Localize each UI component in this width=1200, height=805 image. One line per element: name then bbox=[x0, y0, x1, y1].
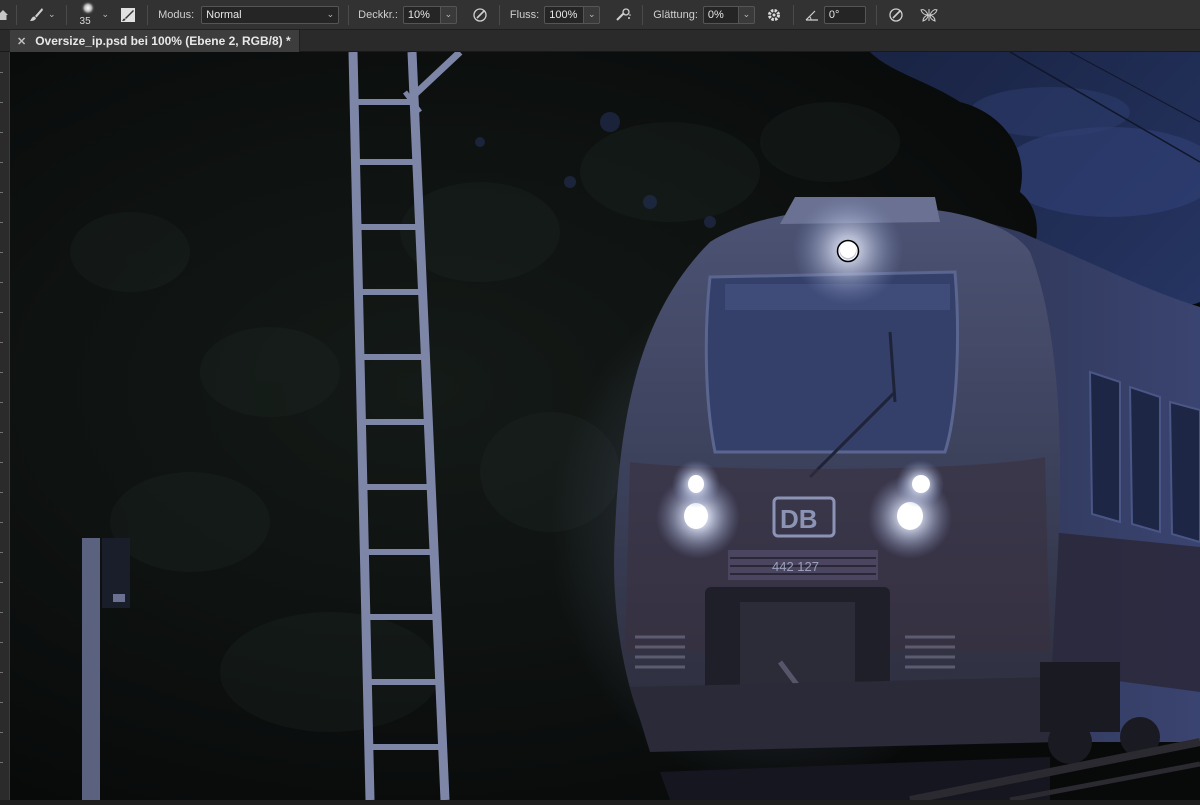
brush-preset-icon[interactable]: 35 bbox=[77, 0, 99, 30]
separator bbox=[16, 4, 17, 25]
chevron-down-icon: ⌄ bbox=[587, 9, 596, 19]
opacity-dropdown[interactable]: ⌄ bbox=[440, 5, 457, 24]
smoothing-value: 0% bbox=[707, 8, 724, 21]
vertical-ruler bbox=[0, 52, 10, 800]
opacity-value: 10% bbox=[407, 8, 430, 21]
pressure-size-icon[interactable] bbox=[887, 7, 905, 23]
mode-label: Modus: bbox=[158, 8, 195, 21]
brush-size-value: 35 bbox=[79, 15, 91, 27]
canvas-image: 442 127 DB bbox=[10, 49, 1200, 804]
chevron-down-icon: ⌄ bbox=[326, 9, 335, 19]
document-tab[interactable]: ✕ Oversize_ip.psd bei 100% (Ebene 2, RGB… bbox=[10, 30, 300, 52]
chevron-down-icon[interactable]: ⌄ bbox=[48, 9, 56, 20]
home-icon[interactable] bbox=[0, 0, 10, 30]
document-title: Oversize_ip.psd bei 100% (Ebene 2, RGB/8… bbox=[35, 34, 291, 48]
pressure-opacity-icon[interactable] bbox=[471, 7, 489, 23]
brush-tool-icon[interactable] bbox=[27, 7, 45, 23]
brush-settings-icon[interactable] bbox=[119, 6, 137, 24]
canvas[interactable]: 442 127 DB bbox=[10, 49, 1200, 804]
chevron-down-icon[interactable]: ⌄ bbox=[102, 9, 110, 20]
separator bbox=[147, 4, 149, 25]
smoothing-settings-icon[interactable] bbox=[765, 7, 783, 23]
chevron-down-icon: ⌄ bbox=[742, 9, 751, 19]
opacity-input[interactable]: 10% bbox=[402, 5, 441, 24]
close-icon[interactable]: ✕ bbox=[17, 35, 26, 48]
mode-select[interactable]: Normal ⌄ bbox=[201, 5, 340, 24]
flow-dropdown[interactable]: ⌄ bbox=[584, 5, 601, 24]
train-number: 442 127 bbox=[772, 559, 819, 574]
flow-value: 100% bbox=[549, 8, 578, 21]
signal-post bbox=[82, 538, 100, 800]
angle-icon bbox=[804, 9, 820, 21]
db-logo-text: DB bbox=[780, 504, 818, 534]
angle-input[interactable]: 0° bbox=[823, 5, 866, 24]
opacity-label: Deckkr.: bbox=[358, 8, 398, 21]
separator bbox=[498, 4, 500, 25]
separator bbox=[792, 4, 794, 25]
flow-label: Fluss: bbox=[509, 8, 540, 21]
airbrush-icon[interactable] bbox=[614, 7, 632, 23]
options-bar: ⌄ 35 ⌄ Modus: Normal ⌄ Deckkr.: 10% ⌄ Fl… bbox=[0, 0, 1200, 30]
smoothing-dropdown[interactable]: ⌄ bbox=[738, 5, 755, 24]
smoothing-label: Glättung: bbox=[653, 8, 698, 21]
smoothing-input[interactable]: 0% bbox=[702, 5, 739, 24]
symmetry-icon[interactable] bbox=[919, 7, 939, 23]
flow-input[interactable]: 100% bbox=[544, 5, 585, 24]
document-tab-bar: ✕ Oversize_ip.psd bei 100% (Ebene 2, RGB… bbox=[0, 30, 1200, 52]
mode-value: Normal bbox=[206, 8, 242, 21]
separator bbox=[65, 4, 67, 25]
chevron-down-icon: ⌄ bbox=[444, 9, 453, 19]
angle-value: 0° bbox=[828, 8, 840, 21]
separator bbox=[875, 4, 877, 25]
separator bbox=[642, 4, 644, 25]
separator bbox=[348, 4, 350, 25]
